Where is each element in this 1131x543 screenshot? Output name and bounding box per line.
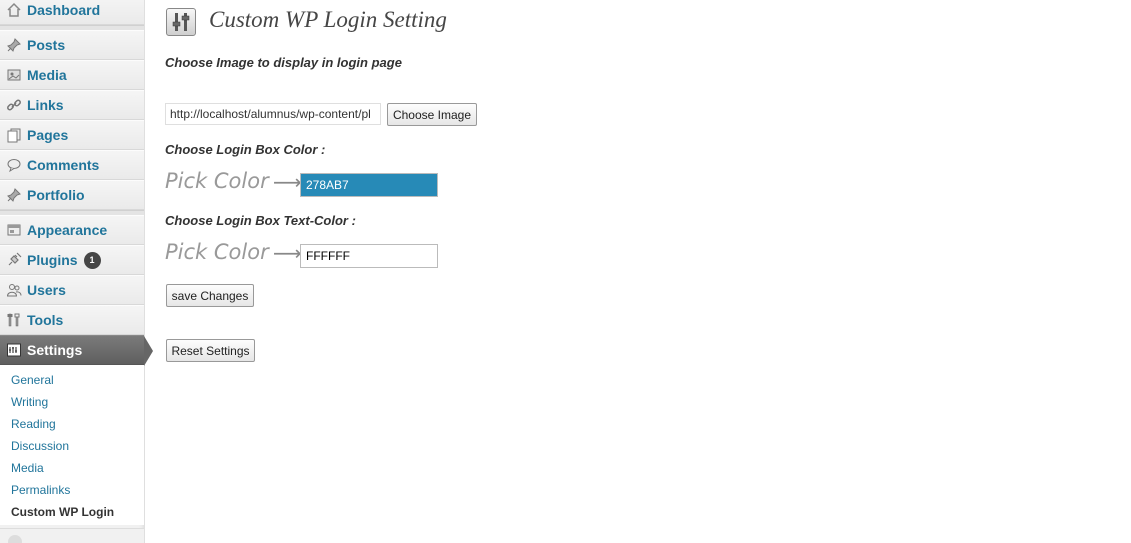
sidebar-item-label: Links [27, 97, 64, 113]
sidebar-item-plugins[interactable]: Plugins 1 [0, 245, 144, 275]
image-section-label: Choose Image to display in login page [165, 55, 402, 70]
sidebar-item-label: Posts [27, 37, 66, 53]
text-color-input[interactable]: FFFFFF [300, 244, 438, 268]
sidebar-item-media[interactable]: Media [0, 60, 144, 90]
sidebar-item-portfolio[interactable]: Portfolio [0, 180, 144, 210]
main-content: Custom WP Login Setting Choose Image to … [145, 0, 1131, 543]
sidebar-item-label: Plugins [27, 252, 78, 268]
choose-image-button[interactable]: Choose Image [387, 103, 477, 126]
dashboard-icon [5, 1, 23, 19]
update-count-badge: 1 [83, 251, 101, 269]
save-changes-button[interactable]: save Changes [166, 284, 254, 307]
users-icon [5, 281, 23, 299]
pick-color-label: Pick Color [165, 240, 269, 264]
arrow-right-icon: ⟶ [273, 170, 302, 194]
submenu-item-reading[interactable]: Reading [11, 417, 56, 431]
submenu-item-writing[interactable]: Writing [11, 395, 48, 409]
sidebar-item-label: Users [27, 282, 66, 298]
submenu-item-permalinks[interactable]: Permalinks [11, 483, 70, 497]
sidebar-item-label: Appearance [27, 222, 108, 238]
link-icon [5, 96, 23, 114]
arrow-right-icon: ⟶ [273, 241, 302, 265]
sidebar-item-appearance[interactable]: Appearance [0, 215, 144, 245]
box-color-label: Choose Login Box Color : [165, 142, 326, 157]
pin-icon [5, 186, 23, 204]
app-window: Dashboard Posts Media Links Pages Commen… [0, 0, 1131, 543]
submenu-item-discussion[interactable]: Discussion [11, 439, 69, 453]
settings-page-icon [166, 8, 196, 36]
pin-icon [5, 36, 23, 54]
pick-color-label: Pick Color [165, 169, 269, 193]
sidebar-item-label: Dashboard [27, 2, 101, 18]
submenu-item-general[interactable]: General [11, 373, 54, 387]
sidebar-item-dashboard[interactable]: Dashboard [0, 0, 144, 25]
sidebar-item-label: Media [27, 67, 67, 83]
submenu-item-custom-wp-login[interactable]: Custom WP Login [11, 505, 114, 519]
admin-sidebar: Dashboard Posts Media Links Pages Commen… [0, 0, 153, 543]
appearance-icon [5, 221, 23, 239]
reset-settings-button[interactable]: Reset Settings [166, 339, 255, 362]
tools-icon [5, 311, 23, 329]
media-icon [5, 66, 23, 84]
page-title: Custom WP Login Setting [209, 7, 447, 32]
sidebar-item-label: Tools [27, 312, 64, 328]
collapse-menu-button[interactable] [0, 528, 144, 543]
sidebar-item-tools[interactable]: Tools [0, 305, 144, 335]
comment-icon [5, 156, 23, 174]
image-url-field[interactable]: http://localhost/alumnus/wp-content/pl [165, 103, 381, 125]
sidebar-item-comments[interactable]: Comments [0, 150, 144, 180]
sidebar-item-label: Pages [27, 127, 69, 143]
submenu-item-media[interactable]: Media [11, 461, 44, 475]
sidebar-item-label: Comments [27, 157, 100, 173]
settings-icon [5, 341, 23, 359]
collapse-icon [8, 535, 22, 543]
settings-submenu: General Writing Reading Discussion Media… [0, 365, 144, 525]
box-color-input[interactable]: 278AB7 [300, 173, 438, 197]
plugin-icon [5, 251, 23, 269]
sidebar-item-users[interactable]: Users [0, 275, 144, 305]
sidebar-item-settings[interactable]: Settings [0, 335, 153, 366]
sidebar-item-links[interactable]: Links [0, 90, 144, 120]
sidebar-item-label: Settings [27, 342, 83, 358]
text-color-label: Choose Login Box Text-Color : [165, 213, 356, 228]
sidebar-item-posts[interactable]: Posts [0, 30, 144, 60]
sidebar-item-label: Portfolio [27, 187, 85, 203]
sidebar-item-pages[interactable]: Pages [0, 120, 144, 150]
pages-icon [5, 126, 23, 144]
